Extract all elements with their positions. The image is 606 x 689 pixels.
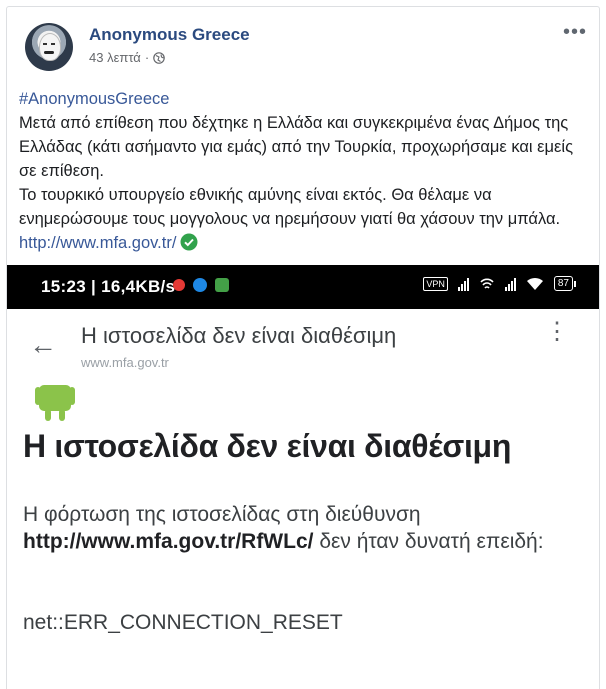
- page-name-link[interactable]: Anonymous Greece: [89, 25, 250, 45]
- vpn-badge: VPN: [423, 276, 448, 291]
- error-url: http://www.mfa.gov.tr/RfWLc/: [23, 530, 314, 553]
- error-desc-prefix: Η φόρτωση της ιστοσελίδας στη διεύθυνση: [23, 503, 421, 526]
- android-icon: [35, 385, 75, 421]
- error-heading: Η ιστοσελίδα δεν είναι διαθέσιμη: [23, 428, 512, 464]
- tab-title: Η ιστοσελίδα δεν είναι διαθέσιμη: [81, 323, 397, 348]
- back-arrow-icon[interactable]: ←: [29, 329, 57, 361]
- notification-icons: [173, 278, 229, 292]
- avatar[interactable]: [25, 23, 73, 71]
- post-body: #AnonymousGreece Μετά από επίθεση που δέ…: [19, 87, 587, 255]
- status-time: 15:23 | 16,4KB/s: [41, 277, 176, 296]
- wifi-hotspot-icon: [480, 277, 494, 289]
- status-right: VPN 87: [423, 276, 577, 291]
- meta-separator: ·: [144, 50, 150, 65]
- battery-icon: 87: [553, 276, 577, 291]
- error-desc-suffix: δεν ήταν δυνατή επειδή:: [319, 530, 544, 553]
- more-options-icon[interactable]: •••: [563, 22, 587, 42]
- notification-icon-red: [173, 279, 185, 291]
- kebab-menu-icon[interactable]: ⋮: [545, 320, 569, 344]
- post-paragraph-2-text: Το τουρκικό υπουργείο εθνικής αμύνης είν…: [19, 186, 561, 228]
- browser-title-bar: ← Η ιστοσελίδα δεν είναι διαθέσιμη www.m…: [7, 309, 599, 379]
- post-timestamp[interactable]: 43 λεπτά: [89, 50, 141, 65]
- post-meta: 43 λεπτά ·: [89, 50, 165, 65]
- post-paragraph-1: Μετά από επίθεση που δέχτηκε η Ελλάδα κα…: [19, 114, 574, 180]
- post-paragraph-2: Το τουρκικό υπουργείο εθνικής αμύνης είν…: [19, 183, 587, 255]
- post-card: Anonymous Greece 43 λεπτά · ••• #Anonymo…: [6, 6, 600, 689]
- hashtag-link[interactable]: #AnonymousGreece: [19, 90, 169, 108]
- globe-icon[interactable]: [153, 51, 165, 64]
- error-code: net::ERR_CONNECTION_RESET: [23, 611, 343, 634]
- app-icon: [215, 278, 229, 292]
- tab-url: www.mfa.gov.tr: [81, 355, 169, 370]
- signal-icon-2: [504, 277, 516, 291]
- check-icon: [180, 233, 198, 251]
- post-url-link[interactable]: http://www.mfa.gov.tr/: [19, 234, 176, 252]
- phone-status-bar: 15:23 | 16,4KB/s VPN 87: [7, 265, 599, 309]
- messenger-icon: [193, 278, 207, 292]
- signal-icon: [457, 277, 469, 291]
- error-description: Η φόρτωση της ιστοσελίδας στη διεύθυνση …: [23, 501, 563, 555]
- wifi-icon: [526, 277, 543, 290]
- post-header: Anonymous Greece 43 λεπτά · •••: [19, 19, 587, 75]
- embedded-screenshot[interactable]: 15:23 | 16,4KB/s VPN 87 ← Η ιστοσελίδα δ…: [7, 265, 599, 689]
